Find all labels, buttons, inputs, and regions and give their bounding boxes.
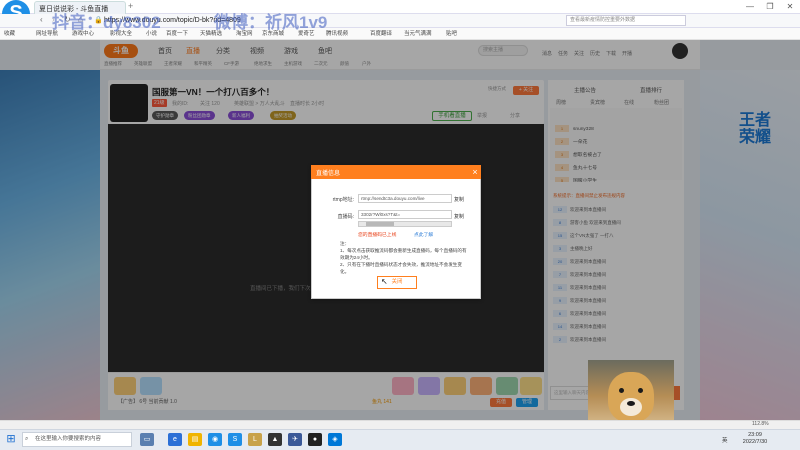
mouse-cursor-icon: ↖	[381, 277, 388, 286]
minimize-button[interactable]: —	[740, 0, 760, 14]
copy-rtmp-button[interactable]: 复制	[454, 196, 464, 203]
bookmark-item[interactable]: 当元气满满	[404, 29, 432, 39]
browser-status-bar	[0, 420, 800, 429]
app-icon[interactable]: ◉	[208, 433, 222, 446]
dog-eye-left	[619, 388, 624, 393]
app-icon[interactable]: ▲	[268, 433, 282, 446]
windows-icon[interactable]: ⊞	[4, 433, 18, 446]
app-icon[interactable]: e	[168, 433, 182, 446]
zoom-level[interactable]: 112.8%	[752, 421, 769, 427]
taskbar-search-input[interactable]: 在这里输入你要搜索的内容	[22, 432, 132, 447]
close-window-button[interactable]: ✕	[780, 0, 800, 14]
browser-app-icon[interactable]: S	[228, 433, 242, 446]
watermark-weibo: 微博：祈风1v9	[214, 13, 328, 32]
search-icon: ⌕	[25, 436, 29, 442]
stream-key-label: 直播码:	[337, 214, 354, 220]
bookmark-item[interactable]: 腾讯视频	[326, 29, 348, 39]
note-item: 2、只有在下播时直播码状态才会失效，推流地址不会发生变化。	[340, 262, 462, 274]
bookmark-item[interactable]: 贴吧	[446, 29, 457, 39]
stream-key-field[interactable]: 3302r?Wl0xs?T&t=	[358, 210, 452, 219]
taskbar-clock[interactable]: 23:09 2022/7/30	[738, 432, 772, 446]
bookmark-item[interactable]: 收藏	[4, 29, 15, 39]
browser-search-input[interactable]: 查看最新疫情防控重要外数据	[566, 15, 686, 26]
dog-eye-right	[638, 388, 643, 393]
bookmark-item[interactable]: 百度一下	[166, 29, 188, 39]
dog-nose	[627, 401, 635, 406]
rtmp-label: rtmp地址:	[332, 197, 354, 203]
app-icon[interactable]: ●	[308, 433, 322, 446]
game-app-icon[interactable]: L	[248, 433, 262, 446]
task-view-icon[interactable]: ▭	[140, 433, 154, 446]
back-icon[interactable]: ‹	[40, 15, 43, 24]
app-icon[interactable]: ◈	[328, 433, 342, 446]
notes-title: 注：	[340, 241, 350, 246]
clock-time: 23:09	[748, 432, 762, 438]
app-icon[interactable]: ✈	[288, 433, 302, 446]
maximize-button[interactable]: ❐	[760, 0, 780, 14]
close-icon[interactable]: ×	[470, 166, 480, 178]
dialog-notes: 注： 1、每次点击获取推流码都会重新生成直播码，每个直播码的有效期为24小时。 …	[340, 240, 470, 275]
folder-icon[interactable]: ▤	[188, 433, 202, 446]
note-item: 1、每次点击获取推流码都会重新生成直播码，每个直播码的有效期为24小时。	[340, 248, 467, 260]
learn-more-link[interactable]: 点此了解	[414, 231, 433, 238]
clock-date: 2022/7/30	[742, 439, 768, 445]
watermark-douyin: 抖音：dy8302	[52, 13, 161, 32]
warning-text: 您的直播码已上线	[358, 233, 397, 238]
copy-key-button[interactable]: 复制	[454, 213, 464, 220]
bookmark-item[interactable]: 百度翻译	[370, 29, 392, 39]
scrollbar-thumb[interactable]	[366, 222, 394, 226]
rtmp-address-field[interactable]: rtmp://sendtc3a.douyu.com/live	[358, 194, 452, 203]
input-language[interactable]: 英	[722, 436, 728, 444]
dialog-title: 直播信息	[316, 171, 341, 177]
